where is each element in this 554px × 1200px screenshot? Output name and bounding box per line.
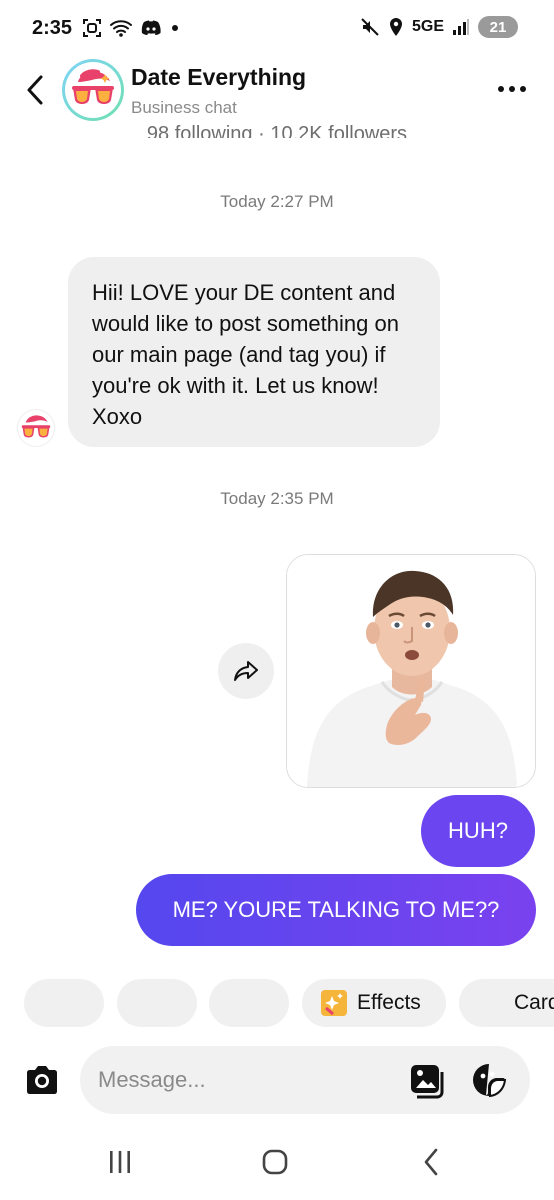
cards-chip-label: Cards xyxy=(514,991,554,1014)
quick-action-chips: Effects Cards xyxy=(0,979,554,1029)
sent-message-text: HUH? xyxy=(448,818,508,843)
wifi-icon xyxy=(110,20,132,37)
signal-icon xyxy=(453,19,469,35)
received-message-bubble[interactable]: Hii! LOVE your DE content and would like… xyxy=(68,257,440,447)
system-nav-bar xyxy=(0,1130,554,1200)
home-icon xyxy=(262,1149,288,1175)
more-dot xyxy=(509,86,515,92)
more-options-button[interactable] xyxy=(492,74,532,104)
location-icon xyxy=(389,18,402,36)
status-right-icons: 5GE 21 xyxy=(360,16,518,38)
message-input[interactable] xyxy=(98,1064,388,1096)
quick-chip-empty[interactable] xyxy=(24,979,104,1027)
chat-subtitle: Business chat xyxy=(131,98,237,117)
share-arrow-icon xyxy=(234,661,258,681)
status-left-icons xyxy=(82,18,180,38)
network-label: 5GE xyxy=(411,18,444,35)
message-timestamp: Today 2:27 PM xyxy=(220,192,334,211)
back-button[interactable] xyxy=(20,72,50,108)
chat-title[interactable]: Date Everything xyxy=(131,64,306,91)
cards-chip[interactable]: Cards xyxy=(459,979,554,1027)
camera-icon xyxy=(27,1066,57,1094)
more-dots-icon xyxy=(498,86,504,92)
gallery-icon xyxy=(411,1065,444,1099)
sticker-icon xyxy=(473,1064,507,1098)
message-composer xyxy=(80,1046,530,1114)
sent-message-bubble[interactable]: HUH? xyxy=(421,795,535,867)
share-button[interactable] xyxy=(218,643,274,699)
status-bar: 2:35 5GE 21 xyxy=(0,0,554,60)
system-back-button[interactable] xyxy=(418,1146,444,1178)
sunglasses-logo-icon xyxy=(21,415,51,438)
screenshot-icon xyxy=(83,19,101,37)
quick-chip-empty[interactable] xyxy=(117,979,197,1027)
sunglasses-logo-icon xyxy=(72,69,114,104)
recent-apps-button[interactable] xyxy=(105,1146,135,1178)
sender-avatar[interactable] xyxy=(17,409,55,447)
home-button[interactable] xyxy=(259,1146,291,1178)
chevron-left-icon xyxy=(27,75,43,105)
chat-avatar[interactable] xyxy=(62,59,124,121)
more-dot xyxy=(520,86,526,92)
photo-image xyxy=(287,555,535,787)
notification-dot-icon xyxy=(172,25,178,31)
message-timestamp: Today 2:35 PM xyxy=(220,489,334,508)
sparkle-effects-icon xyxy=(321,990,347,1016)
chevron-left-icon xyxy=(424,1148,438,1176)
sent-message-bubble[interactable]: ME? YOURE TALKING TO ME?? xyxy=(136,874,536,946)
battery-indicator: 21 xyxy=(478,16,518,38)
shared-photo[interactable] xyxy=(286,554,536,788)
discord-icon xyxy=(141,20,161,35)
effects-chip[interactable]: Effects xyxy=(302,979,446,1027)
camera-button[interactable] xyxy=(22,1060,62,1100)
sticker-button[interactable] xyxy=(470,1061,508,1099)
sent-message-text: ME? YOURE TALKING TO ME?? xyxy=(172,897,500,922)
battery-level: 21 xyxy=(489,18,507,36)
recent-apps-icon xyxy=(110,1151,130,1173)
effects-chip-label: Effects xyxy=(357,991,421,1014)
mute-icon xyxy=(361,18,379,36)
chat-header: Date Everything Business chat xyxy=(0,56,554,124)
status-time: 2:35 xyxy=(32,17,73,39)
gallery-button[interactable] xyxy=(408,1062,446,1100)
quick-chip-empty[interactable] xyxy=(209,979,289,1027)
